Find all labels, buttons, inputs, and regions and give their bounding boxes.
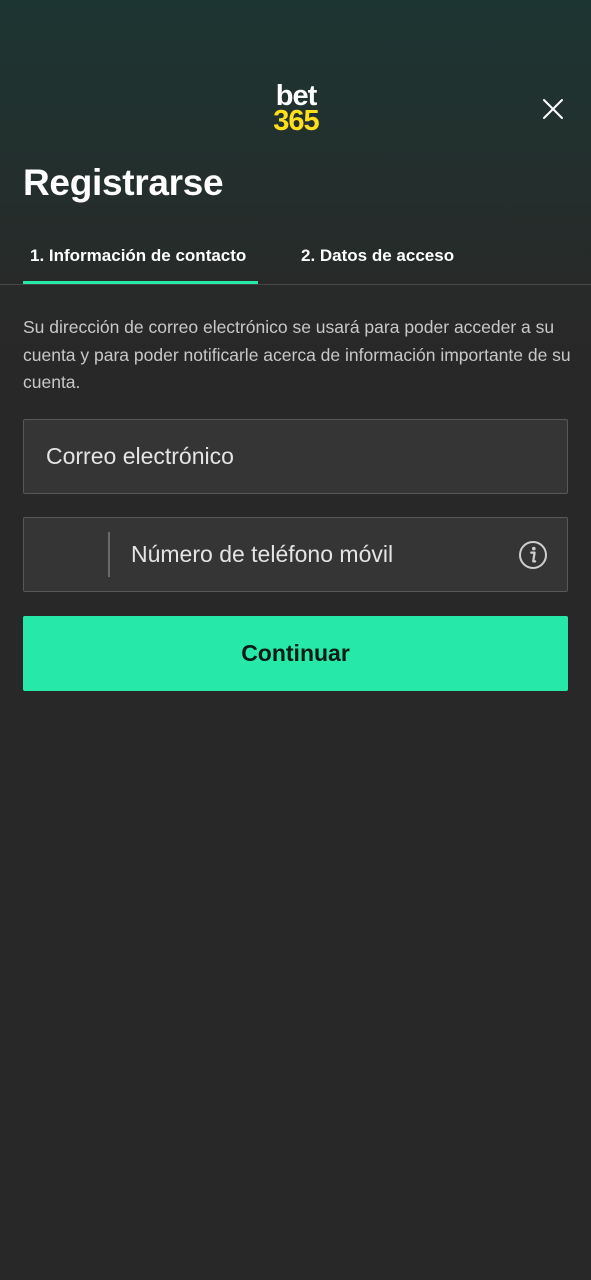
logo-text-bottom: 365 — [273, 105, 319, 137]
step-tabs: 1. Información de contacto 2. Datos de a… — [0, 232, 591, 285]
tab-contact-information[interactable]: 1. Información de contacto — [23, 232, 258, 284]
header: bet 365 — [0, 0, 591, 160]
country-code-selector[interactable] — [24, 518, 108, 590]
info-icon — [519, 541, 547, 569]
bet365-logo: bet 365 — [268, 82, 324, 137]
email-field-container — [23, 419, 568, 494]
phone-field[interactable] — [131, 518, 501, 590]
email-field[interactable] — [46, 420, 546, 492]
close-icon — [543, 99, 563, 119]
continue-button[interactable]: Continuar — [23, 616, 568, 691]
page-title: Registrarse — [23, 162, 224, 203]
phone-info-button[interactable] — [518, 540, 548, 570]
phone-field-container — [23, 517, 568, 592]
phone-field-divider — [108, 532, 110, 577]
email-usage-description: Su dirección de correo electrónico se us… — [23, 317, 571, 392]
close-button[interactable] — [536, 92, 570, 126]
tab-access-data[interactable]: 2. Datos de acceso — [301, 232, 454, 283]
registration-screen: bet 365 Registrarse 1. Información de co… — [0, 0, 591, 1280]
